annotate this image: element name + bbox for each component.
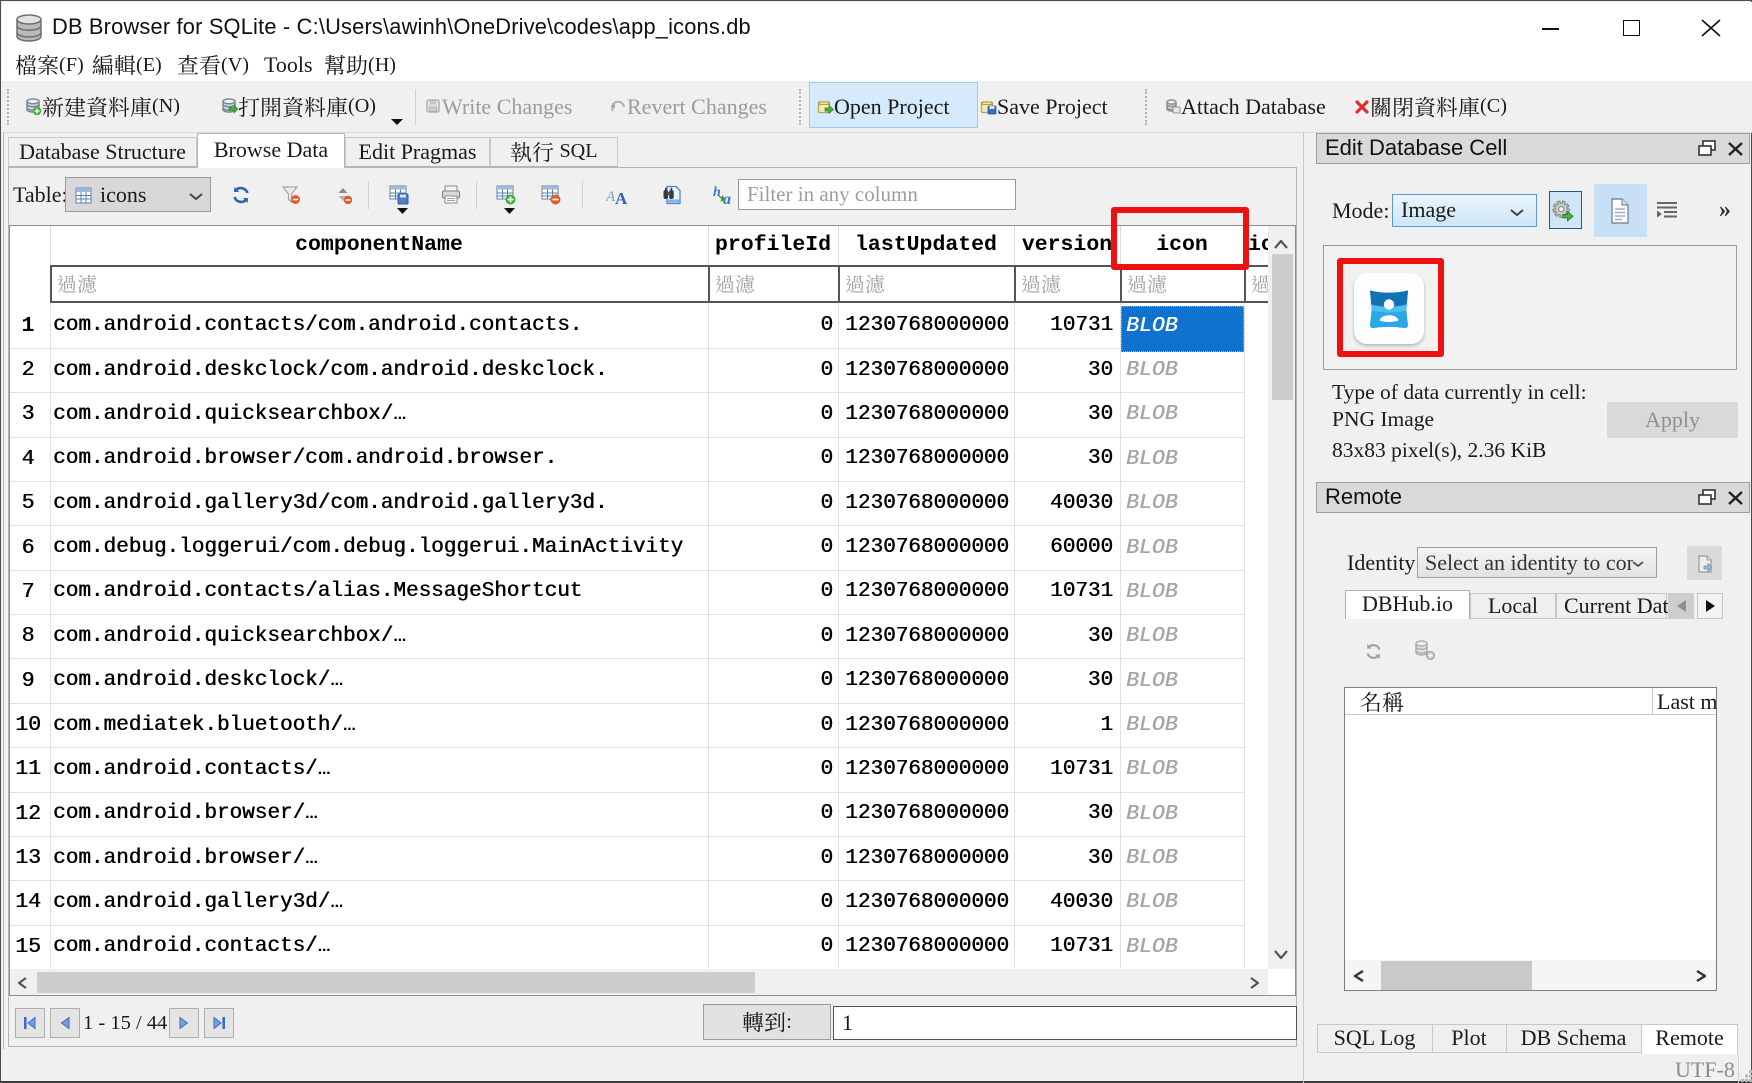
svg-text:h: h	[713, 185, 721, 200]
svg-text:A: A	[615, 189, 628, 205]
